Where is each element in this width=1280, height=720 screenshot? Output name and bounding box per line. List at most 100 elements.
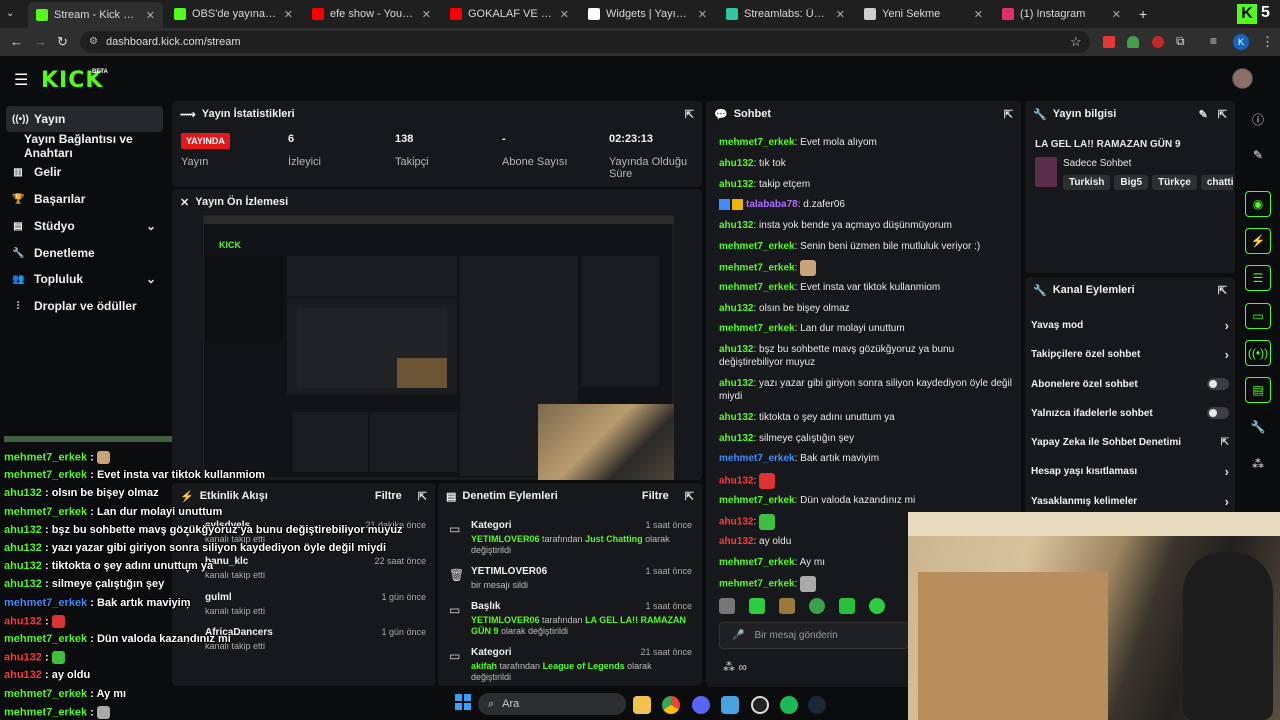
tab-close-icon[interactable]: ✕ xyxy=(974,8,983,21)
steam-icon[interactable] xyxy=(808,696,826,714)
chevron-down-icon[interactable]: ⌄ xyxy=(146,219,156,233)
tab-close-icon[interactable]: ✕ xyxy=(146,9,155,22)
toggle-switch[interactable] xyxy=(1207,378,1229,390)
channel-action-item[interactable]: Yasaklanmış kelimeler › xyxy=(1031,492,1229,510)
extensions-puzzle-icon[interactable]: ⧉ xyxy=(1176,34,1185,49)
spotify-icon[interactable] xyxy=(780,696,798,714)
channel-action-item[interactable]: Yavaş mod › xyxy=(1031,316,1229,334)
broadcast-icon[interactable]: ((•)) xyxy=(1245,340,1271,366)
activity-filter-button[interactable]: Filtre xyxy=(375,490,402,502)
chat-settings-icon[interactable]: ⁂ ∞ xyxy=(723,660,747,674)
tab-close-icon[interactable]: ✕ xyxy=(836,8,845,21)
taskbar-search[interactable]: ⌕ Ara xyxy=(478,693,626,715)
list-icon[interactable]: ☰ xyxy=(1245,265,1271,291)
chat-username[interactable]: ahu132 xyxy=(719,476,753,487)
shield-extension-icon[interactable] xyxy=(1127,36,1139,48)
discord-icon[interactable] xyxy=(692,696,710,714)
chat-username[interactable]: ahu132 xyxy=(719,158,753,169)
channel-action-item[interactable]: Yapay Zeka ile Sohbet Denetimi ⇱ xyxy=(1031,433,1229,451)
chevron-right-icon[interactable]: › xyxy=(1225,494,1229,509)
camera-icon[interactable]: ◉ xyxy=(1245,191,1271,217)
popout-icon[interactable]: ⇱ xyxy=(1004,108,1013,121)
settings-icon[interactable]: ▤ xyxy=(1245,377,1271,403)
browser-tab[interactable]: OBS'de yayına chat ekran ✕ xyxy=(166,4,301,24)
moderator-username[interactable]: YETIMLOVER06 xyxy=(471,615,540,625)
wrench-icon[interactable]: 🔧 xyxy=(1245,414,1271,440)
tag-chip[interactable]: Turkish xyxy=(1063,175,1111,190)
emote-icon[interactable] xyxy=(839,598,855,614)
chevron-down-icon[interactable]: ⌄ xyxy=(146,272,156,286)
external-link-icon[interactable]: ⇱ xyxy=(1221,437,1229,448)
site-info-icon[interactable]: ⚙ xyxy=(89,36,98,47)
chat-username[interactable]: ahu132 xyxy=(719,433,753,444)
chat-icon[interactable]: ▭ xyxy=(1245,303,1271,329)
profile-avatar[interactable]: K xyxy=(1233,34,1249,50)
emote-icon[interactable] xyxy=(719,598,735,614)
sidebar-item[interactable]: ((•)) Yayın xyxy=(6,106,163,132)
tab-close-icon[interactable]: ✕ xyxy=(698,8,707,21)
moderation-filter-button[interactable]: Filtre xyxy=(642,490,669,502)
extension-icon[interactable] xyxy=(1152,36,1164,48)
chevron-right-icon[interactable]: › xyxy=(1225,318,1229,333)
chat-username[interactable]: mehmet7_erkek xyxy=(719,263,795,274)
browser-tab[interactable]: efe show - YouTube ✕ xyxy=(304,4,439,24)
obs-icon[interactable] xyxy=(751,696,769,714)
new-tab-button[interactable]: + xyxy=(1139,6,1147,22)
hamburger-menu-icon[interactable]: ☰ xyxy=(14,70,28,90)
chat-username[interactable]: ahu132 xyxy=(719,536,753,547)
chat-username[interactable]: ahu132 xyxy=(719,378,753,389)
popout-icon[interactable]: ⇱ xyxy=(685,108,694,121)
chat-username[interactable]: ahu132 xyxy=(719,220,753,231)
emote-icon[interactable] xyxy=(869,598,885,614)
lightning-icon[interactable]: ⚡ xyxy=(1245,228,1271,254)
chevron-right-icon[interactable]: › xyxy=(1225,347,1229,362)
chat-username[interactable]: talababa78 xyxy=(746,199,798,210)
popout-icon[interactable]: ⇱ xyxy=(1218,108,1227,121)
edit-icon[interactable]: ✎ xyxy=(1199,108,1208,121)
browser-tab[interactable]: Stream - Kick Dashboard ✕ xyxy=(28,2,163,28)
file-explorer-icon[interactable] xyxy=(633,696,651,714)
emote-icon[interactable] xyxy=(749,598,765,614)
channel-action-item[interactable]: Takipçilere özel sohbet › xyxy=(1031,345,1229,363)
moderator-username[interactable]: akifah xyxy=(471,661,497,671)
browser-tab[interactable]: Streamlabs: Ücretsiz Canl ✕ xyxy=(718,4,853,24)
tab-close-icon[interactable]: ✕ xyxy=(1112,8,1121,21)
app-icon[interactable] xyxy=(721,696,739,714)
chat-username[interactable]: mehmet7_erkek xyxy=(719,323,795,334)
toggle-switch[interactable] xyxy=(1207,407,1229,419)
sidebar-item[interactable]: Yayın Bağlantısı ve Anahtarı xyxy=(0,132,170,160)
reload-icon[interactable]: ↻ xyxy=(57,34,68,50)
back-icon[interactable]: ← xyxy=(10,34,23,49)
chat-username[interactable]: mehmet7_erkek xyxy=(719,453,795,464)
popout-icon[interactable]: ⇱ xyxy=(418,490,427,503)
windows-start-icon[interactable] xyxy=(455,694,471,710)
chevron-right-icon[interactable]: › xyxy=(1225,464,1229,479)
moderator-username[interactable]: YETIMLOVER06 xyxy=(471,534,540,544)
sidebar-item[interactable]: 👥 Topluluk ⌄ xyxy=(0,266,170,292)
emote-icon[interactable] xyxy=(809,598,825,614)
chat-username[interactable]: ahu132 xyxy=(719,303,753,314)
chat-username[interactable]: ahu132 xyxy=(719,412,753,423)
browser-menu-icon[interactable]: ⋮ xyxy=(1261,34,1274,50)
chat-username[interactable]: ahu132 xyxy=(719,344,753,355)
reading-list-icon[interactable]: ≡ xyxy=(1210,34,1217,48)
channel-action-item[interactable]: Hesap yaşı kısıtlaması › xyxy=(1031,462,1229,480)
chat-username[interactable]: mehmet7_erkek xyxy=(719,557,795,568)
sidebar-item[interactable]: ⫶ Droplar ve ödüller xyxy=(0,293,170,319)
chat-username[interactable]: mehmet7_erkek xyxy=(719,282,795,293)
emote-icon[interactable] xyxy=(779,598,795,614)
popout-icon[interactable]: ⇱ xyxy=(685,490,694,503)
channel-action-item[interactable]: Yalnızca ifadelerle sohbet xyxy=(1031,404,1229,422)
edit-icon[interactable]: ✎ xyxy=(1245,142,1271,168)
browser-tab[interactable]: Yeni Sekme ✕ xyxy=(856,4,991,24)
chat-username[interactable]: mehmet7_erkek xyxy=(719,241,795,252)
chat-username[interactable]: mehmet7_erkek xyxy=(719,495,795,506)
tab-close-icon[interactable]: ✕ xyxy=(284,8,293,21)
extension-icon[interactable] xyxy=(1103,36,1115,48)
tag-chip[interactable]: chatti xyxy=(1200,175,1233,190)
forward-icon[interactable]: → xyxy=(34,34,47,49)
sidebar-item[interactable]: 🔧 Denetleme xyxy=(0,240,170,266)
tab-close-icon[interactable]: ✕ xyxy=(560,8,569,21)
browser-tab[interactable]: Widgets | Yayınını güçlen ✕ xyxy=(580,4,715,24)
sidebar-item[interactable]: ▥ Gelir xyxy=(0,159,170,185)
